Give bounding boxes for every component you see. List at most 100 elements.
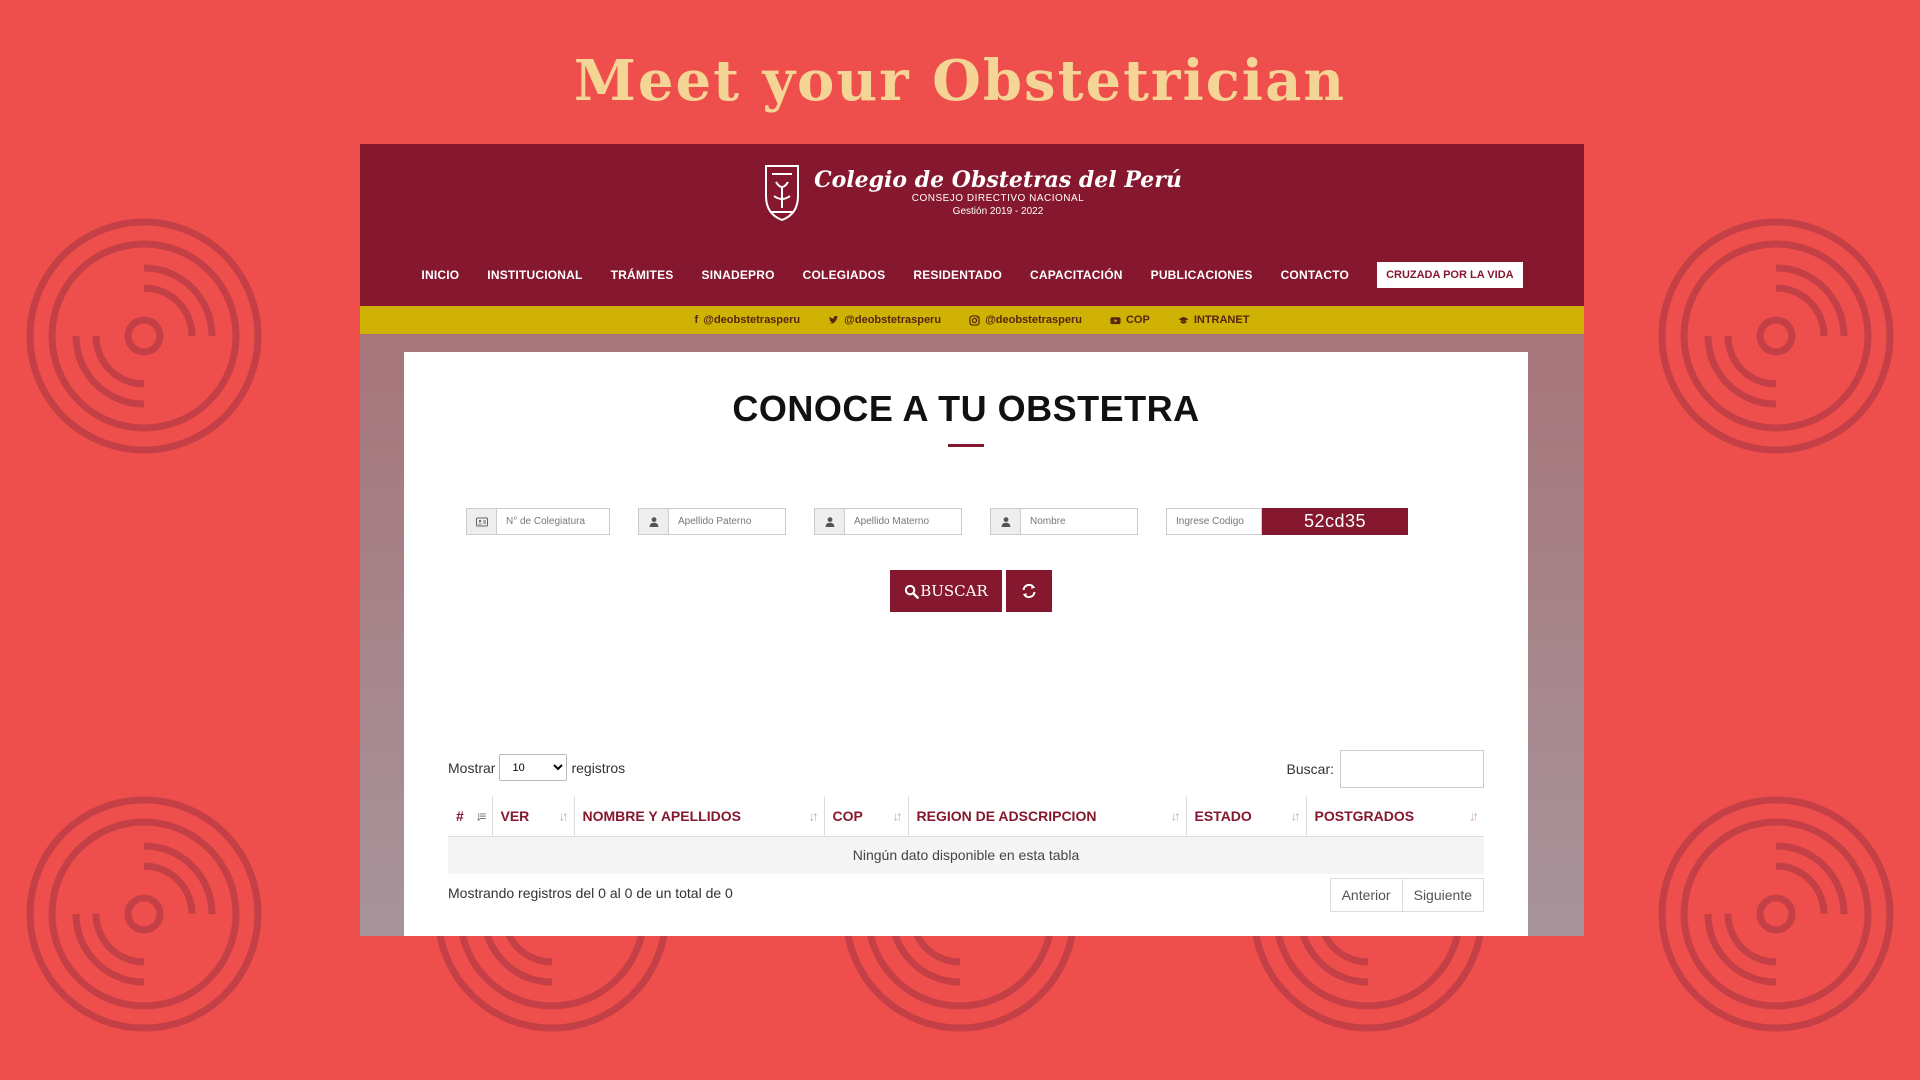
page-title: CONOCE A TU OBSTETRA <box>732 388 1200 429</box>
length-control: Mostrar 10 registros <box>448 754 625 781</box>
nav-item-contacto[interactable]: CONTACTO <box>1281 268 1350 282</box>
nav-item-inicio[interactable]: INICIO <box>421 268 459 282</box>
decorative-disc <box>1656 216 1896 456</box>
nav-item-institucional[interactable]: INSTITUCIONAL <box>487 268 582 282</box>
social-youtube-label: COP <box>1125 314 1150 326</box>
column-header-label: # <box>456 807 464 824</box>
instagram-icon <box>969 314 980 326</box>
column-header-postgrados[interactable]: POSTGRADOS ↓↑ <box>1305 796 1484 837</box>
table-row: Ningún dato disponible en esta tabla <box>448 836 1484 874</box>
captcha-code: 52cd35 <box>1262 508 1408 535</box>
nav-item-sinadepro[interactable]: SINADEPRO <box>702 268 775 282</box>
brand-logo[interactable]: Colegio de Obstetras del Perú CONSEJO DI… <box>360 162 1584 224</box>
social-instagram[interactable]: @deobstetrasperu <box>969 314 1082 326</box>
nav-item-capacitacion[interactable]: CAPACITACIÓN <box>1030 268 1123 282</box>
column-header-ver[interactable]: VER ↓↑ <box>491 796 574 837</box>
id-card-icon <box>466 508 496 535</box>
column-header-region[interactable]: REGION DE ADSCRIPCION ↓↑ <box>907 796 1186 837</box>
main-nav: INICIO INSTITUCIONAL TRÁMITES SINADEPRO … <box>360 262 1584 288</box>
search-button[interactable]: BUSCAR <box>890 570 1002 612</box>
colegiatura-field <box>466 508 610 535</box>
social-twitter[interactable]: @deobstetrasperu <box>828 314 941 326</box>
social-intranet[interactable]: INTRANET <box>1178 314 1250 326</box>
sort-icon: ↓↑ <box>1170 808 1181 824</box>
sort-icon: ↓↑ <box>1290 808 1301 824</box>
brand-subtitle: CONSEJO DIRECTIVO NACIONAL <box>911 193 1085 204</box>
column-header-label: POSTGRADOS <box>1314 807 1415 824</box>
apellido-paterno-input[interactable] <box>668 508 786 535</box>
column-header-cop[interactable]: COP ↓↑ <box>823 796 908 837</box>
filter-control: Buscar: <box>1287 750 1484 788</box>
nav-item-publicaciones[interactable]: PUBLICACIONES <box>1151 268 1253 282</box>
table-info: Mostrando registros del 0 al 0 de un tot… <box>448 885 733 901</box>
prev-page-button[interactable]: Anterior <box>1329 878 1403 912</box>
nav-item-residentado[interactable]: RESIDENTADO <box>913 268 1002 282</box>
facebook-icon: f <box>694 313 699 326</box>
social-twitter-label: @deobstetrasperu <box>844 314 942 326</box>
length-label-before: Mostrar <box>448 759 496 776</box>
site-header: Colegio de Obstetras del Perú CONSEJO DI… <box>360 144 1584 306</box>
social-youtube[interactable]: COP <box>1110 314 1150 326</box>
column-header-nombre[interactable]: NOMBRE Y APELLIDOS ↓↑ <box>573 796 824 837</box>
decorative-disc <box>24 794 264 1034</box>
next-page-button[interactable]: Siguiente <box>1402 878 1484 912</box>
column-header-number[interactable]: # ↓≡ <box>448 796 492 837</box>
nav-item-tramites[interactable]: TRÁMITES <box>611 268 674 282</box>
filter-label: Buscar: <box>1286 761 1334 777</box>
length-select[interactable]: 10 <box>499 754 568 781</box>
nav-cta-cruzada[interactable]: CRUZADA POR LA VIDA <box>1377 262 1523 288</box>
nombre-field <box>990 508 1138 535</box>
nav-item-colegiados[interactable]: COLEGIADOS <box>803 268 886 282</box>
sort-icon: ↓↑ <box>558 808 569 824</box>
social-facebook[interactable]: f @deobstetrasperu <box>695 314 801 326</box>
column-header-label: ESTADO <box>1194 807 1252 824</box>
refresh-icon <box>1022 583 1036 599</box>
empty-table-message: Ningún dato disponible en esta tabla <box>448 836 1484 874</box>
user-icon <box>990 508 1020 535</box>
sort-icon: ↓≡ <box>475 808 486 824</box>
pagination: Anterior Siguiente <box>1329 878 1484 912</box>
decorative-disc <box>1656 794 1896 1034</box>
sort-icon: ↓↑ <box>808 808 819 824</box>
twitter-icon <box>828 315 839 326</box>
search-icon <box>905 584 920 599</box>
column-header-estado[interactable]: ESTADO ↓↑ <box>1185 796 1306 837</box>
user-icon <box>814 508 844 535</box>
apellido-materno-input[interactable] <box>844 508 962 535</box>
sort-icon: ↓↑ <box>892 808 903 824</box>
results-table: # ↓≡ VER ↓↑ NOMBRE Y APELLIDOS ↓↑ COP ↓↑ REG… <box>448 796 1484 874</box>
decorative-disc <box>24 216 264 456</box>
captcha-input[interactable] <box>1166 508 1262 535</box>
sort-icon: ↓↑ <box>1469 808 1479 824</box>
social-facebook-label: @deobstetrasperu <box>703 314 801 326</box>
table-controls: Mostrar 10 registros Buscar: <box>448 750 1484 790</box>
title-divider <box>948 444 984 447</box>
crest-icon <box>762 162 802 224</box>
graduation-cap-icon <box>1178 315 1189 326</box>
nombre-input[interactable] <box>1020 508 1138 535</box>
column-header-label: VER <box>500 807 530 824</box>
social-instagram-label: @deobstetrasperu <box>985 314 1082 326</box>
captcha-field: 52cd35 <box>1166 508 1408 535</box>
website-screenshot: Colegio de Obstetras del Perú CONSEJO DI… <box>360 144 1584 936</box>
content-card: CONOCE A TU OBSTETRA 52cd35 <box>404 352 1528 936</box>
column-header-label: NOMBRE Y APELLIDOS <box>582 807 741 824</box>
youtube-icon <box>1110 315 1121 326</box>
apellido-materno-field <box>814 508 962 535</box>
search-button-label: BUSCAR <box>920 582 988 600</box>
brand-gestion: Gestión 2019 - 2022 <box>952 206 1044 217</box>
brand-name: Colegio de Obstetras del Perú <box>814 167 1182 193</box>
headline: Meet your Obstetrician <box>573 48 1347 114</box>
table-header-row: # ↓≡ VER ↓↑ NOMBRE Y APELLIDOS ↓↑ COP ↓↑ REG… <box>448 796 1484 837</box>
filter-input[interactable] <box>1340 750 1484 788</box>
social-bar: f @deobstetrasperu @deobstetrasperu @deo… <box>360 306 1584 334</box>
social-intranet-label: INTRANET <box>1193 314 1250 326</box>
column-header-label: REGION DE ADSCRIPCION <box>916 807 1097 824</box>
search-actions: BUSCAR <box>890 570 1052 612</box>
length-label-after: registros <box>571 759 626 776</box>
column-header-label: COP <box>832 807 863 824</box>
user-icon <box>638 508 668 535</box>
apellido-paterno-field <box>638 508 786 535</box>
colegiatura-input[interactable] <box>496 508 610 535</box>
refresh-button[interactable] <box>1006 570 1052 612</box>
